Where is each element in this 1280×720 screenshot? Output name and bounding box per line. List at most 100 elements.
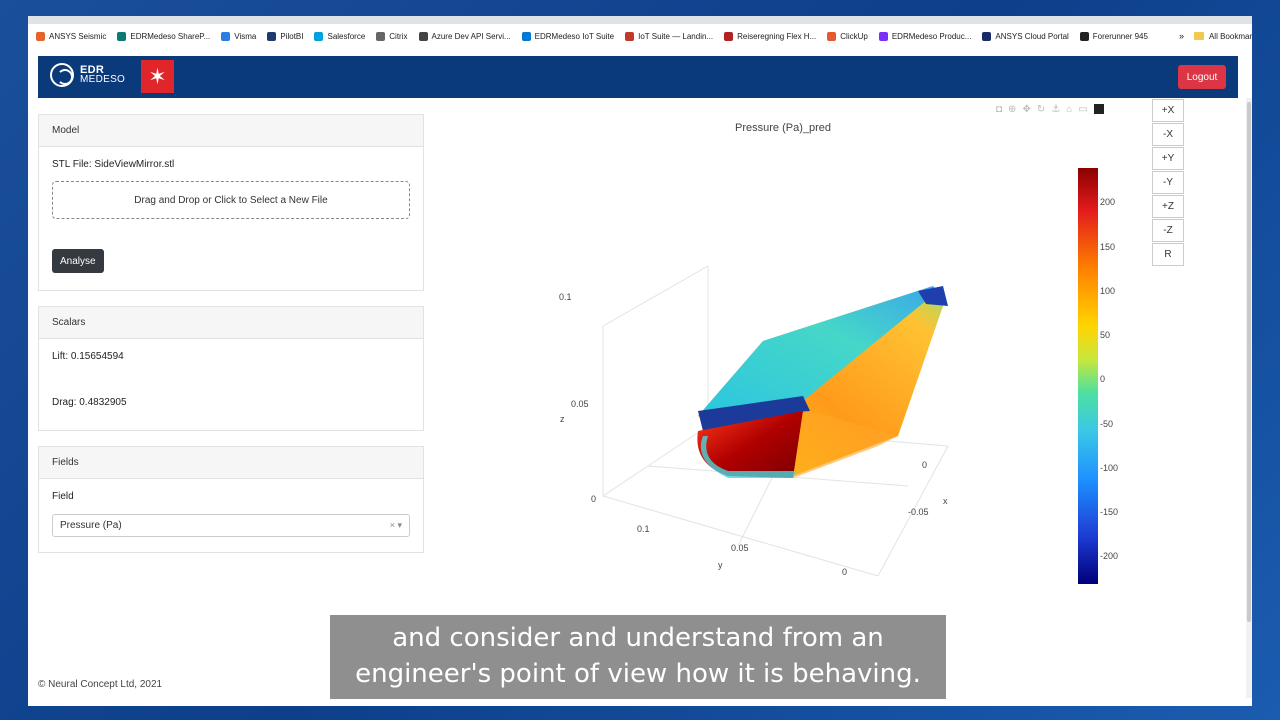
plot-title: Pressure (Pa)_pred bbox=[735, 122, 831, 134]
bookmark-favicon-icon bbox=[418, 31, 428, 41]
view-button[interactable]: +X bbox=[1152, 99, 1184, 122]
view-button[interactable]: -Y bbox=[1152, 171, 1184, 194]
bookmark-item[interactable]: ANSYS Cloud Portal bbox=[982, 31, 1069, 41]
bookmark-favicon-icon bbox=[625, 31, 635, 41]
bookmark-item[interactable]: Reiseregning Flex H... bbox=[724, 31, 817, 41]
colorbar-tick: 50 bbox=[1100, 330, 1111, 341]
view-button[interactable]: R bbox=[1152, 243, 1184, 266]
bookmark-label: ClickUp bbox=[840, 31, 868, 41]
zoom-icon[interactable]: ⊕ bbox=[1008, 104, 1016, 115]
bookmark-favicon-icon bbox=[878, 31, 888, 41]
colorbar-tick: 200 bbox=[1100, 197, 1116, 208]
all-bookmarks[interactable]: All Bookmarks bbox=[1193, 32, 1252, 41]
z-tick-0-05: 0.05 bbox=[571, 399, 589, 409]
analyse-button[interactable]: Analyse bbox=[52, 249, 104, 273]
bookmark-favicon-icon bbox=[221, 31, 231, 41]
caption-line-1: and consider and understand from an bbox=[392, 623, 884, 653]
view-button[interactable]: -X bbox=[1152, 123, 1184, 146]
camera-reset-icon[interactable]: ▭ bbox=[1078, 104, 1087, 115]
plot-modebar: ◘ ⊕ ✥ ↻ ⚓ ⌂ ▭ bbox=[996, 104, 1104, 115]
bookmark-item[interactable]: EDRMedeso ShareP... bbox=[117, 31, 211, 41]
bookmark-favicon-icon bbox=[117, 31, 127, 41]
view-button[interactable]: +Z bbox=[1152, 195, 1184, 218]
bookmark-label: Visma bbox=[234, 31, 257, 41]
clear-icon[interactable]: × bbox=[390, 520, 395, 530]
bookmark-favicon-icon bbox=[267, 31, 277, 41]
footer-copyright: © Neural Concept Ltd, 2021 bbox=[38, 679, 163, 690]
scrollbar-thumb[interactable] bbox=[1247, 102, 1251, 622]
model-card-title: Model bbox=[39, 115, 423, 147]
bookmark-item[interactable]: Forerunner 945 bbox=[1079, 31, 1148, 41]
bookmark-label: Citrix bbox=[389, 31, 408, 41]
file-dropzone[interactable]: Drag and Drop or Click to Select a New F… bbox=[52, 181, 410, 219]
bookmark-label: IoT Suite — Landin... bbox=[638, 31, 714, 41]
bookmark-item[interactable]: Citrix bbox=[376, 31, 408, 41]
field-label: Field bbox=[52, 491, 74, 502]
home-icon[interactable]: ⌂ bbox=[1066, 104, 1072, 115]
bookmark-favicon-icon bbox=[376, 31, 386, 41]
colorbar-tick: -50 bbox=[1100, 418, 1114, 429]
y-tick-0: 0 bbox=[842, 567, 848, 577]
z-tick-0: 0 bbox=[591, 494, 597, 504]
colorbar-tick: 0 bbox=[1100, 374, 1106, 385]
bookmarks-overflow-button[interactable]: » bbox=[1179, 31, 1184, 41]
bookmark-favicon-icon bbox=[827, 31, 837, 41]
edr-medeso-logo: EDR MEDESO bbox=[50, 63, 125, 87]
y-tick-0-1: 0.1 bbox=[637, 524, 650, 534]
bookmark-label: ANSYS Seismic bbox=[49, 31, 107, 41]
bookmark-label: EDRMedeso Produc... bbox=[891, 31, 972, 41]
field-select-value: Pressure (Pa) bbox=[60, 520, 122, 531]
view-button[interactable]: +Y bbox=[1152, 147, 1184, 170]
pressure-3d-plot[interactable] bbox=[548, 246, 968, 606]
pan-icon[interactable]: ✥ bbox=[1022, 104, 1030, 115]
bookmark-item[interactable]: Visma bbox=[221, 31, 257, 41]
bookmark-item[interactable]: Azure Dev API Servi... bbox=[418, 31, 511, 41]
scalars-card: Scalars Lift: 0.15654594 Drag: 0.4832905 bbox=[38, 306, 424, 431]
bookmark-item[interactable]: EDRMedeso Produc... bbox=[878, 31, 972, 41]
bookmark-label: ANSYS Cloud Portal bbox=[995, 31, 1069, 41]
z-tick-0-1: 0.1 bbox=[559, 292, 572, 302]
bookmark-item[interactable]: PilotBI bbox=[267, 31, 303, 41]
turntable-icon[interactable]: ⚓ bbox=[1051, 104, 1060, 115]
bookmark-label: EDRMedeso IoT Suite bbox=[534, 31, 615, 41]
y-tick-0-05: 0.05 bbox=[731, 543, 749, 553]
logout-button[interactable]: Logout bbox=[1178, 65, 1226, 89]
bookmark-favicon-icon bbox=[314, 31, 324, 41]
video-caption: and consider and understand from an engi… bbox=[330, 615, 946, 699]
bookmark-item[interactable]: ClickUp bbox=[827, 31, 868, 41]
bookmark-item[interactable]: IoT Suite — Landin... bbox=[625, 31, 714, 41]
bookmark-favicon-icon bbox=[1079, 31, 1089, 41]
colorbar bbox=[1078, 168, 1098, 584]
bookmark-label: EDRMedeso ShareP... bbox=[130, 31, 211, 41]
app-header: EDR MEDESO ✶ Logout bbox=[38, 56, 1238, 98]
field-select[interactable]: Pressure (Pa) × ▾ bbox=[52, 514, 410, 537]
logo-mark-icon bbox=[50, 63, 74, 87]
drag-value: Drag: 0.4832905 bbox=[52, 397, 127, 408]
bookmark-favicon-icon bbox=[36, 31, 45, 41]
chevron-down-icon[interactable]: ▾ bbox=[397, 520, 402, 530]
view-button[interactable]: -Z bbox=[1152, 219, 1184, 242]
x-axis-label: x bbox=[943, 496, 948, 506]
bookmark-label: Salesforce bbox=[327, 31, 366, 41]
bookmark-item[interactable]: EDRMedeso IoT Suite bbox=[521, 31, 615, 41]
caption-line-2: engineer's point of view how it is behav… bbox=[355, 659, 921, 689]
lift-value: Lift: 0.15654594 bbox=[52, 351, 124, 362]
bookmark-item[interactable]: ANSYS Seismic bbox=[36, 31, 107, 41]
bookmark-label: Forerunner 945 bbox=[1092, 31, 1148, 41]
stl-file-label: STL File: SideViewMirror.stl bbox=[52, 159, 175, 170]
scalars-card-title: Scalars bbox=[39, 307, 423, 339]
bookmarks-bar: ANSYS Seismic EDRMedeso ShareP... Visma Pil… bbox=[28, 24, 1252, 48]
colorbar-tick: 100 bbox=[1100, 285, 1116, 296]
camera-icon[interactable]: ◘ bbox=[996, 104, 1002, 115]
bookmark-label: Reiseregning Flex H... bbox=[737, 31, 817, 41]
mirror-surface bbox=[697, 286, 948, 478]
folder-icon bbox=[1193, 32, 1204, 40]
browser-window: ANSYS Seismic EDRMedeso ShareP... Visma Pil… bbox=[28, 16, 1252, 706]
y-axis-label: y bbox=[718, 560, 723, 570]
colorbar-tick: -200 bbox=[1100, 551, 1119, 562]
orbit-icon[interactable]: ↻ bbox=[1037, 104, 1045, 115]
fields-card: Fields Field Pressure (Pa) × ▾ bbox=[38, 446, 424, 553]
fields-card-title: Fields bbox=[39, 447, 423, 479]
plotly-logo-icon[interactable] bbox=[1093, 104, 1104, 114]
bookmark-item[interactable]: Salesforce bbox=[314, 31, 366, 41]
